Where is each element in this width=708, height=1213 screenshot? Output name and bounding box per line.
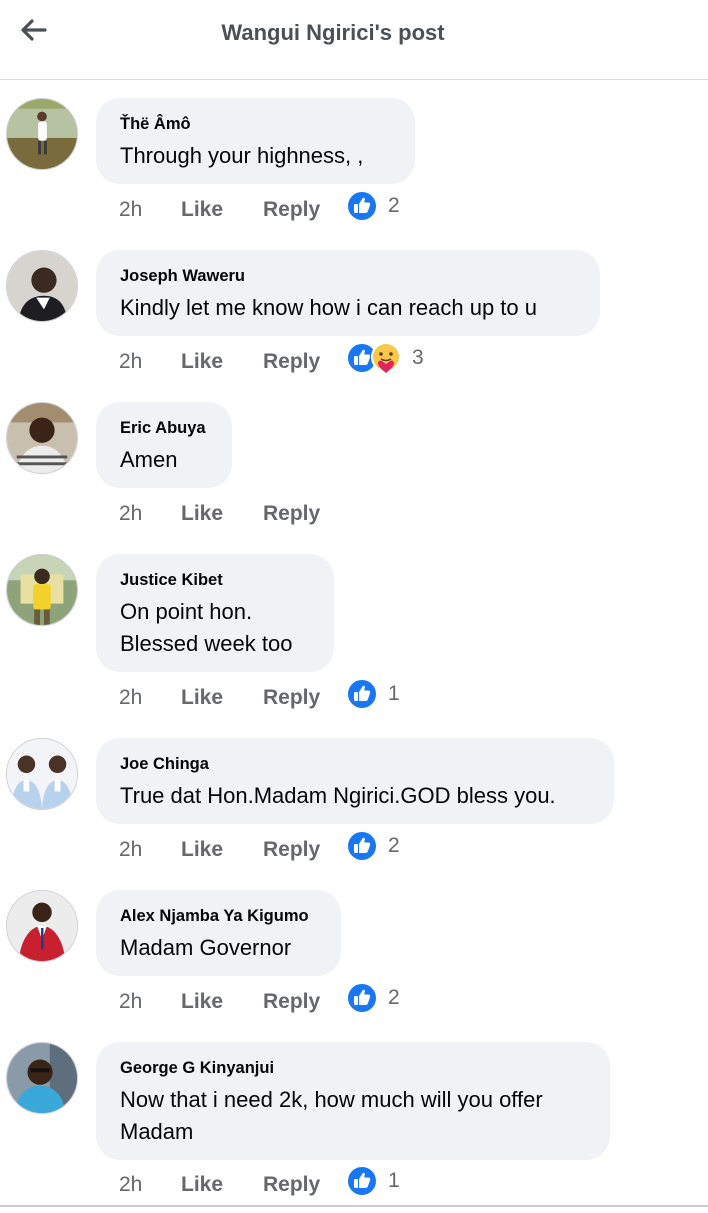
comment-bubble[interactable]: Justice Kibet On point hon. Blessed week… bbox=[96, 554, 334, 672]
comment-time[interactable]: 2h bbox=[119, 1173, 181, 1197]
comment-bubble[interactable]: Eric Abuya Amen bbox=[96, 402, 232, 488]
comment-bubble[interactable]: Joe Chinga True dat Hon.Madam Ngirici.GO… bbox=[96, 738, 614, 824]
comment-author[interactable]: Alex Njamba Ya Kigumo bbox=[120, 906, 317, 926]
page-title: Wangui Ngirici's post bbox=[221, 20, 445, 45]
reaction-summary[interactable]: 1 bbox=[346, 678, 400, 710]
comment-actions: 2h Like Reply 3 bbox=[119, 342, 424, 378]
reply-button[interactable]: Reply bbox=[263, 350, 346, 374]
like-button[interactable]: Like bbox=[181, 838, 263, 862]
comment-bubble[interactable]: Ťhë Âmô Through your highness, , bbox=[96, 98, 415, 184]
like-icon bbox=[346, 830, 378, 862]
reaction-count: 1 bbox=[388, 682, 400, 705]
comment-text: On point hon. Blessed week too bbox=[120, 599, 293, 656]
comment-text: Amen bbox=[120, 447, 178, 472]
comment-text: Kindly let me know how i can reach up to… bbox=[120, 295, 538, 320]
comment-text: Through your highness, , bbox=[120, 143, 364, 168]
comment-time[interactable]: 2h bbox=[119, 198, 181, 222]
comment-actions: 2h Like Reply bbox=[119, 498, 346, 530]
top-bar: Wangui Ngirici's post bbox=[0, 0, 708, 80]
care-icon bbox=[371, 342, 401, 373]
like-button[interactable]: Like bbox=[181, 198, 263, 222]
reply-button[interactable]: Reply bbox=[263, 502, 346, 526]
like-icon bbox=[346, 982, 378, 1014]
reaction-count: 2 bbox=[388, 986, 400, 1009]
comment-author[interactable]: George G Kinyanjui bbox=[120, 1058, 586, 1078]
reply-button[interactable]: Reply bbox=[263, 198, 346, 222]
comment-time[interactable]: 2h bbox=[119, 686, 181, 710]
comment-text: Madam Governor bbox=[120, 935, 292, 960]
reaction-summary[interactable]: 2 bbox=[346, 830, 400, 862]
avatar[interactable] bbox=[6, 250, 78, 322]
avatar[interactable] bbox=[6, 738, 78, 810]
comment-bubble[interactable]: George G Kinyanjui Now that i need 2k, h… bbox=[96, 1042, 610, 1160]
comment-time[interactable]: 2h bbox=[119, 350, 181, 374]
comment-text: True dat Hon.Madam Ngirici.GOD bless you… bbox=[120, 783, 556, 808]
reaction-count: 1 bbox=[388, 1169, 400, 1192]
like-button[interactable]: Like bbox=[181, 502, 263, 526]
comment-author[interactable]: Justice Kibet bbox=[120, 570, 310, 590]
comment-bubble[interactable]: Alex Njamba Ya Kigumo Madam Governor bbox=[96, 890, 341, 976]
reply-button[interactable]: Reply bbox=[263, 1173, 346, 1197]
comment-actions: 2h Like Reply 1 bbox=[119, 678, 400, 714]
comment-actions: 2h Like Reply 1 bbox=[119, 1165, 400, 1201]
comment-actions: 2h Like Reply 2 bbox=[119, 190, 400, 226]
avatar[interactable] bbox=[6, 1042, 78, 1114]
reply-button[interactable]: Reply bbox=[263, 838, 346, 862]
reaction-summary[interactable]: 2 bbox=[346, 190, 400, 222]
avatar[interactable] bbox=[6, 98, 78, 170]
comment-time[interactable]: 2h bbox=[119, 838, 181, 862]
reaction-count: 2 bbox=[388, 834, 400, 857]
comment-actions: 2h Like Reply 2 bbox=[119, 982, 400, 1018]
like-icon bbox=[346, 190, 378, 222]
avatar[interactable] bbox=[6, 402, 78, 474]
comment-time[interactable]: 2h bbox=[119, 990, 181, 1014]
comment-author[interactable]: Joe Chinga bbox=[120, 754, 590, 774]
bottom-divider bbox=[0, 1205, 708, 1207]
reaction-summary[interactable]: 3 bbox=[346, 342, 424, 374]
like-button[interactable]: Like bbox=[181, 990, 263, 1014]
comment-text: Now that i need 2k, how much will you of… bbox=[120, 1087, 543, 1144]
reaction-summary[interactable]: 1 bbox=[346, 1165, 400, 1197]
comment-bubble[interactable]: Joseph Waweru Kindly let me know how i c… bbox=[96, 250, 600, 336]
comment-time[interactable]: 2h bbox=[119, 502, 181, 526]
like-icon bbox=[346, 1165, 378, 1197]
like-button[interactable]: Like bbox=[181, 350, 263, 374]
reply-button[interactable]: Reply bbox=[263, 990, 346, 1014]
like-button[interactable]: Like bbox=[181, 686, 263, 710]
reaction-summary[interactable]: 2 bbox=[346, 982, 400, 1014]
avatar[interactable] bbox=[6, 554, 78, 626]
like-icon bbox=[346, 678, 378, 710]
comment-author[interactable]: Joseph Waweru bbox=[120, 266, 576, 286]
avatar[interactable] bbox=[6, 890, 78, 962]
reaction-count: 2 bbox=[388, 194, 400, 217]
comment-author[interactable]: Ťhë Âmô bbox=[120, 114, 391, 134]
like-button[interactable]: Like bbox=[181, 1173, 263, 1197]
comment-author[interactable]: Eric Abuya bbox=[120, 418, 208, 438]
reply-button[interactable]: Reply bbox=[263, 686, 346, 710]
comment-actions: 2h Like Reply 2 bbox=[119, 830, 400, 866]
reaction-count: 3 bbox=[412, 346, 424, 369]
